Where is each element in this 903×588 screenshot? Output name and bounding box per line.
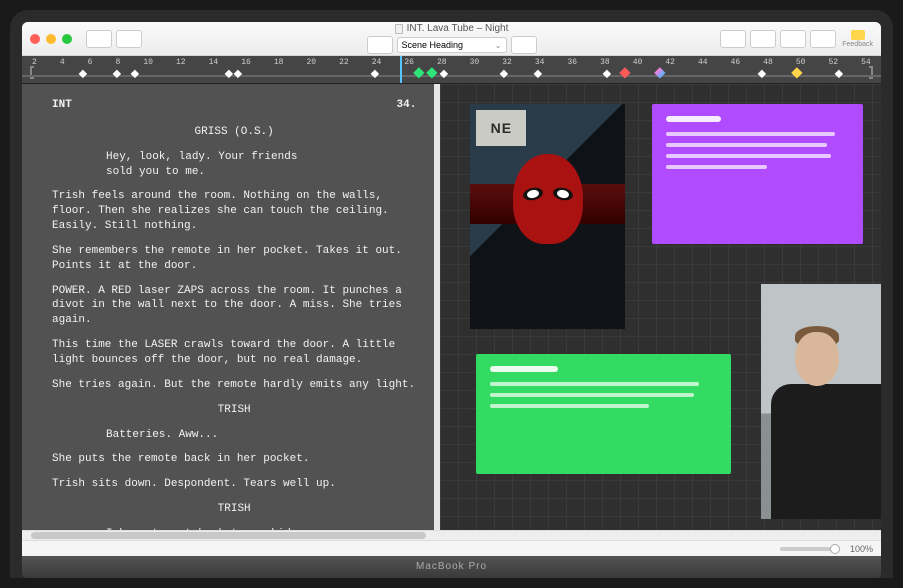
timeline-marker[interactable] bbox=[225, 70, 233, 78]
board-image-deadpool[interactable]: NE bbox=[470, 104, 625, 329]
timeline-marker[interactable] bbox=[620, 67, 631, 78]
element-type-label: Scene Heading bbox=[402, 40, 464, 50]
feedback-button[interactable]: Feedback bbox=[842, 30, 873, 48]
toolbar-left-group bbox=[86, 30, 142, 48]
feedback-icon bbox=[851, 30, 865, 40]
script-editor-pane[interactable]: INT 34. GRISS (O.S.) Hey, look, lady. You… bbox=[22, 84, 434, 530]
board-image-sign-text: NE bbox=[476, 110, 526, 146]
board-note-purple[interactable] bbox=[652, 104, 864, 244]
zoom-slider-knob[interactable] bbox=[830, 544, 840, 554]
timeline-marker[interactable] bbox=[426, 67, 437, 78]
scene-heading-row: INT 34. bbox=[52, 98, 416, 113]
script-character[interactable]: GRISS (O.S.) bbox=[52, 125, 416, 140]
timeline-marker[interactable] bbox=[79, 70, 87, 78]
script-action[interactable]: She tries again. But the remote hardly e… bbox=[52, 378, 416, 393]
document-title: INT. Lava Tube – Night bbox=[395, 23, 509, 34]
element-type-select[interactable]: Scene Heading ⌄ bbox=[397, 37, 507, 53]
script-body[interactable]: GRISS (O.S.) Hey, look, lady. Your friend… bbox=[52, 125, 416, 530]
timeline-marker[interactable] bbox=[440, 70, 448, 78]
script-dialogue[interactable]: Batteries. Aww... bbox=[52, 428, 416, 443]
document-title-text: INT. Lava Tube – Night bbox=[407, 23, 509, 34]
zoom-slider[interactable] bbox=[780, 547, 840, 551]
timeline-ruler[interactable]: 2468101214161820222426283032343638404244… bbox=[22, 56, 881, 84]
timeline-marker[interactable] bbox=[835, 70, 843, 78]
main-split: INT 34. GRISS (O.S.) Hey, look, lady. You… bbox=[22, 84, 881, 530]
toolbar-button[interactable] bbox=[720, 30, 746, 48]
board-image-man[interactable] bbox=[761, 284, 881, 519]
toolbar-button[interactable] bbox=[750, 30, 776, 48]
board-note-green[interactable] bbox=[476, 354, 732, 474]
document-icon bbox=[395, 24, 403, 34]
scrollbar-thumb[interactable] bbox=[31, 532, 426, 539]
titlebar-center: INT. Lava Tube – Night Scene Heading ⌄ bbox=[367, 23, 537, 54]
ruler-marks bbox=[22, 56, 881, 83]
timeline-marker[interactable] bbox=[603, 70, 611, 78]
chevron-down-icon: ⌄ bbox=[495, 41, 502, 50]
script-action[interactable]: Trish sits down. Despondent. Tears well … bbox=[52, 477, 416, 492]
app-window: INT. Lava Tube – Night Scene Heading ⌄ bbox=[22, 22, 881, 556]
toolbar-button[interactable] bbox=[86, 30, 112, 48]
toolbar-right-group bbox=[720, 30, 836, 48]
horizontal-scrollbar[interactable] bbox=[22, 530, 881, 540]
zoom-window-button[interactable] bbox=[62, 34, 72, 44]
board-pane[interactable]: NE bbox=[440, 84, 881, 530]
script-action[interactable]: Trish feels around the room. Nothing on … bbox=[52, 189, 416, 234]
timeline-marker[interactable] bbox=[654, 67, 665, 78]
script-action[interactable]: She remembers the remote in her pocket. … bbox=[52, 244, 416, 274]
script-character[interactable]: TRISH bbox=[52, 403, 416, 418]
playhead[interactable] bbox=[400, 56, 402, 83]
laptop-base-label: MacBook Pro bbox=[22, 556, 881, 578]
timeline-marker[interactable] bbox=[130, 70, 138, 78]
feedback-label: Feedback bbox=[842, 41, 873, 48]
titlebar: INT. Lava Tube – Night Scene Heading ⌄ bbox=[22, 22, 881, 56]
script-action[interactable]: POWER. A RED laser ZAPS across the room.… bbox=[52, 284, 416, 329]
timeline-marker[interactable] bbox=[113, 70, 121, 78]
timeline-marker[interactable] bbox=[500, 70, 508, 78]
page-number: 34. bbox=[397, 98, 417, 113]
close-window-button[interactable] bbox=[30, 34, 40, 44]
window-controls bbox=[30, 34, 72, 44]
script-dialogue[interactable]: Hey, look, lady. Your friends sold you t… bbox=[52, 150, 416, 180]
timeline-marker[interactable] bbox=[413, 67, 424, 78]
script-action[interactable]: This time the LASER crawls toward the do… bbox=[52, 338, 416, 368]
toolbar-button[interactable] bbox=[116, 30, 142, 48]
timeline-marker[interactable] bbox=[534, 70, 542, 78]
laptop-frame: INT. Lava Tube – Night Scene Heading ⌄ bbox=[10, 10, 893, 578]
scene-heading[interactable]: INT bbox=[52, 98, 72, 113]
script-action[interactable]: She puts the remote back in her pocket. bbox=[52, 452, 416, 467]
element-prev-button[interactable] bbox=[367, 36, 393, 54]
minimize-window-button[interactable] bbox=[46, 34, 56, 44]
script-character[interactable]: TRISH bbox=[52, 502, 416, 517]
zoom-level: 100% bbox=[850, 544, 873, 554]
timeline-marker[interactable] bbox=[371, 70, 379, 78]
timeline-marker[interactable] bbox=[233, 70, 241, 78]
toolbar-button[interactable] bbox=[810, 30, 836, 48]
status-bar: 100% bbox=[22, 540, 881, 556]
element-next-button[interactable] bbox=[511, 36, 537, 54]
timeline-marker[interactable] bbox=[791, 67, 802, 78]
timeline-marker[interactable] bbox=[757, 70, 765, 78]
toolbar-button[interactable] bbox=[780, 30, 806, 48]
